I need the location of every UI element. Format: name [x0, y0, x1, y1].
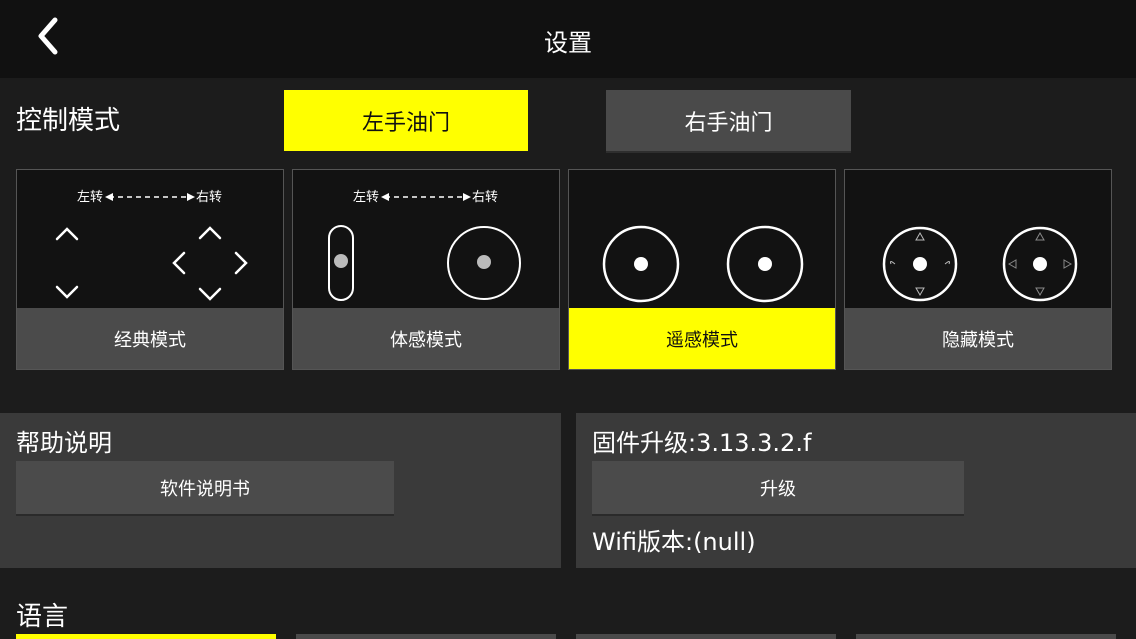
wifi-version-text: Wifi版本:(null) — [592, 528, 756, 556]
turn-right-text: 右转 — [196, 190, 222, 205]
mode-label-classic: 经典模式 — [17, 308, 283, 369]
classic-mode-diagram: 左转 右转 — [55, 190, 248, 301]
mode-label-remote: 遥感模式 — [569, 308, 835, 369]
direction-pad-icon — [172, 226, 248, 301]
hidden-mode-diagram — [882, 226, 1078, 302]
control-mode-label: 控制模式 — [16, 106, 121, 136]
mode-card-motion[interactable]: 左转 右转 体感模式 — [292, 169, 560, 370]
firmware-panel: 固件升级:3.13.3.2.f 升级 Wifi版本:(null) — [576, 413, 1136, 568]
language-option[interactable] — [576, 634, 836, 639]
mode-card-classic[interactable]: 左转 右转 经典模式 — [16, 169, 284, 370]
language-option-selected[interactable] — [16, 634, 276, 639]
language-label: 语言 — [16, 602, 69, 632]
help-title: 帮助说明 — [16, 429, 112, 457]
chevron-left-icon — [38, 17, 58, 55]
turn-left-text: 左转 — [353, 190, 379, 205]
up-arrow-icon — [55, 227, 79, 241]
back-button[interactable] — [28, 14, 68, 58]
mode-label-hidden: 隐藏模式 — [845, 308, 1111, 369]
down-arrow-icon — [55, 285, 79, 299]
mode-card-hidden[interactable]: 隐藏模式 — [844, 169, 1112, 370]
remote-mode-diagram — [602, 225, 804, 303]
mode-label-motion: 体感模式 — [293, 308, 559, 369]
software-manual-button[interactable]: 软件说明书 — [16, 461, 394, 516]
upgrade-button[interactable]: 升级 — [592, 461, 964, 516]
language-option[interactable] — [856, 634, 1116, 639]
help-panel: 帮助说明 软件说明书 — [0, 413, 561, 568]
turn-right-text: 右转 — [472, 190, 498, 205]
header-bar — [0, 0, 1136, 78]
right-hand-throttle-button[interactable]: 右手油门 — [606, 90, 851, 153]
turn-left-text: 左转 — [77, 190, 103, 205]
mode-card-remote[interactable]: 遥感模式 — [568, 169, 836, 370]
left-hand-throttle-button[interactable]: 左手油门 — [284, 90, 528, 151]
motion-mode-diagram: 左转 右转 — [328, 190, 521, 301]
language-option[interactable] — [296, 634, 556, 639]
firmware-version-text: 固件升级:3.13.3.2.f — [592, 429, 812, 457]
